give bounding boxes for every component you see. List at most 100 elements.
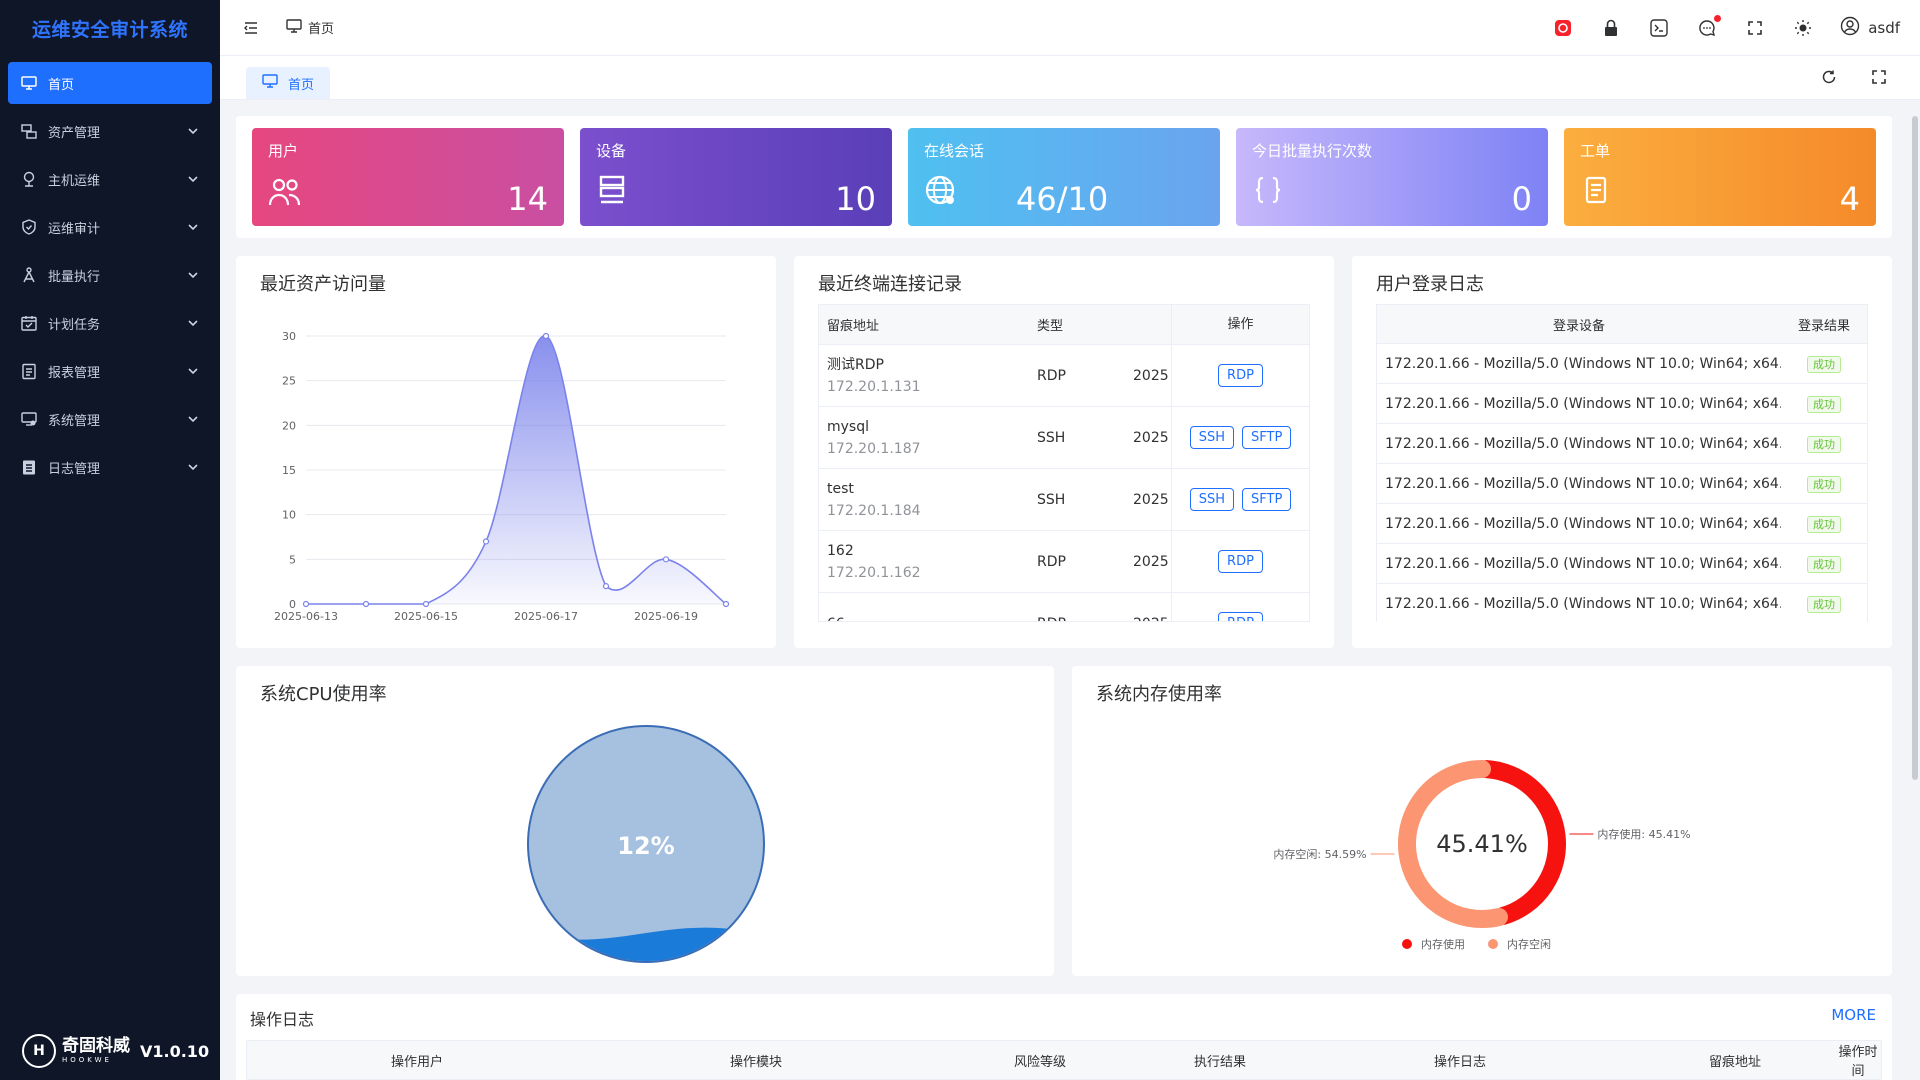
log-icon — [20, 458, 38, 476]
stat-card-0[interactable]: 用户 14 — [252, 128, 564, 226]
fullscreen-icon[interactable] — [1744, 17, 1766, 39]
company-logo: H — [22, 1034, 56, 1068]
card-title: 最近资产访问量 — [260, 274, 386, 295]
sidebar-item-label: 报表管理 — [48, 365, 101, 381]
monitor-icon — [20, 74, 38, 92]
sidebar-item-label: 运维审计 — [48, 221, 101, 237]
record-icon[interactable] — [1552, 17, 1574, 39]
chevron-down-icon — [186, 412, 200, 426]
tab-home[interactable]: 首页 — [246, 67, 331, 99]
sidebar-item-0[interactable]: 首页 — [8, 62, 212, 104]
asset-name: mysql — [827, 418, 869, 435]
calendar-icon — [20, 314, 38, 332]
asset-ip: 172.20.1.162 — [827, 564, 921, 581]
stat-card-1[interactable]: 设备 10 — [580, 128, 892, 226]
visits-point — [302, 600, 310, 608]
sidebar-item-6[interactable]: 报表管理 — [8, 350, 212, 392]
table-row: 66RDP2025RDP — [819, 592, 1309, 622]
memory-usage-card: 系统内存使用率 内存使用: 45.41% 内存空闲: 54.59% 45.41% 内存… — [1072, 666, 1892, 976]
document-icon — [1580, 174, 1614, 208]
chevron-down-icon — [186, 268, 200, 282]
sidebar-item-label: 主机运维 — [48, 173, 101, 189]
connect-ssh-button[interactable]: SSH — [1189, 426, 1234, 449]
y-tick-label: 15 — [282, 464, 296, 477]
table-header: 登录设备 登录结果 — [1376, 304, 1868, 344]
page-scrollbar[interactable] — [1912, 116, 1918, 780]
connect-ssh-button[interactable]: SSH — [1189, 488, 1234, 511]
chevron-down-icon — [186, 124, 200, 138]
visits-point — [362, 600, 370, 608]
user-menu[interactable]: asdf — [1840, 16, 1900, 40]
chevron-down-icon — [186, 172, 200, 186]
y-tick-label: 25 — [282, 375, 296, 388]
legend-marker — [1488, 939, 1498, 949]
chevron-down-icon — [186, 316, 200, 330]
lock-icon[interactable] — [1600, 17, 1622, 39]
sidebar-item-label: 批量执行 — [48, 269, 101, 285]
sidebar-item-8[interactable]: 日志管理 — [8, 446, 212, 488]
asset-ip: 172.20.1.187 — [827, 440, 921, 457]
refresh-icon[interactable] — [1818, 66, 1840, 88]
table-row: 172.20.1.66 - Mozilla/5.0 (Windows NT 10… — [1376, 424, 1868, 464]
connect-sftp-button[interactable]: SFTP — [1242, 488, 1292, 511]
version-label: V1.0.10 — [140, 1041, 210, 1061]
card-title: 系统内存使用率 — [1096, 684, 1222, 705]
asset-name: 162 — [827, 542, 854, 559]
users-icon — [268, 174, 302, 208]
memory-donut-chart: 内存使用: 45.41% 内存空闲: 54.59% 45.41% 内存使用 内存空闲 — [1273, 760, 1691, 951]
legend-label: 内存空闲 — [1507, 937, 1551, 951]
logo-cn: 奇固科威 — [62, 1036, 130, 1056]
stat-card-3[interactable]: 今日批量执行次数 0 — [1236, 128, 1548, 226]
conn-type: RDP — [1037, 616, 1133, 622]
top-header: 首页 asdf — [220, 0, 1920, 56]
terminal-table: 留痕地址 类型 操作 测试RDP 172.20.1.131 RDP 2025 RDP my… — [818, 304, 1310, 622]
x-tick-label: 2025-06-13 — [274, 610, 338, 623]
col-addr: 留痕地址 — [827, 319, 880, 334]
login-log-table: 登录设备 登录结果 172.20.1.66 - Mozilla/5.0 (Win… — [1376, 304, 1868, 622]
sidebar-item-5[interactable]: 计划任务 — [8, 302, 212, 344]
table-row: 172.20.1.66 - Mozilla/5.0 (Windows NT 10… — [1376, 544, 1868, 584]
stat-title: 用户 — [268, 142, 299, 160]
monitor-icon — [286, 18, 302, 37]
sidebar-item-label: 系统管理 — [48, 413, 101, 429]
connect-rdp-button[interactable]: RDP — [1218, 364, 1263, 387]
fullscreen-icon[interactable] — [1868, 66, 1890, 88]
card-title: 用户登录日志 — [1376, 274, 1484, 295]
more-link[interactable]: MORE — [1831, 1006, 1876, 1024]
sidebar-item-label: 计划任务 — [48, 317, 101, 333]
dashboard: 用户 14 设备 10 在线会话 46/10 今日批量执行次数 0 工单 4 最近资产访问量 0 5… — [236, 116, 1892, 1080]
table-row: 测试RDP 172.20.1.131 RDP 2025 RDP — [819, 344, 1309, 407]
connect-rdp-button[interactable]: RDP — [1218, 550, 1263, 573]
slice-label: 内存空闲: 54.59% — [1273, 847, 1366, 861]
terminal-records-card: 最近终端连接记录 留痕地址 类型 操作 测试RDP 172.20.1.131 RDP… — [794, 256, 1334, 648]
col-op: 操作 — [1171, 305, 1309, 345]
op-cell: RDP — [1171, 344, 1309, 407]
connect-rdp-button[interactable]: RDP — [1218, 612, 1263, 621]
login-result-badge: 成功 — [1807, 355, 1841, 373]
stat-card-2[interactable]: 在线会话 46/10 — [908, 128, 1220, 226]
login-result-badge: 成功 — [1807, 515, 1841, 533]
message-icon[interactable] — [1696, 14, 1722, 39]
conn-time: 2025 — [1133, 491, 1169, 508]
y-tick-label: 5 — [289, 553, 296, 566]
collapse-menu-icon[interactable] — [240, 17, 262, 39]
connect-sftp-button[interactable]: SFTP — [1242, 426, 1292, 449]
terminal-icon[interactable] — [1648, 17, 1670, 39]
sidebar-item-4[interactable]: 批量执行 — [8, 254, 212, 296]
sidebar-item-2[interactable]: 主机运维 — [8, 158, 212, 200]
col-header: 风险等级 — [1013, 1054, 1066, 1070]
visits-point — [662, 556, 670, 563]
sidebar-item-1[interactable]: 资产管理 — [8, 110, 212, 152]
asset-name: 测试RDP — [827, 356, 884, 373]
chevron-down-icon — [186, 364, 200, 378]
login-log-card: 用户登录日志 登录设备 登录结果 172.20.1.66 - Mozilla/5… — [1352, 256, 1892, 648]
conn-time: 2025 — [1133, 367, 1169, 384]
theme-icon[interactable] — [1792, 17, 1814, 39]
col-header: 操作模块 — [729, 1054, 782, 1070]
stat-card-4[interactable]: 工单 4 — [1564, 128, 1876, 226]
visits-point — [602, 583, 610, 590]
sidebar-menu: 首页资产管理主机运维运维审计批量执行计划任务报表管理系统管理日志管理 — [0, 56, 220, 500]
x-tick-label: 2025-06-19 — [634, 610, 698, 623]
sidebar-item-3[interactable]: 运维审计 — [8, 206, 212, 248]
sidebar-item-7[interactable]: 系统管理 — [8, 398, 212, 440]
